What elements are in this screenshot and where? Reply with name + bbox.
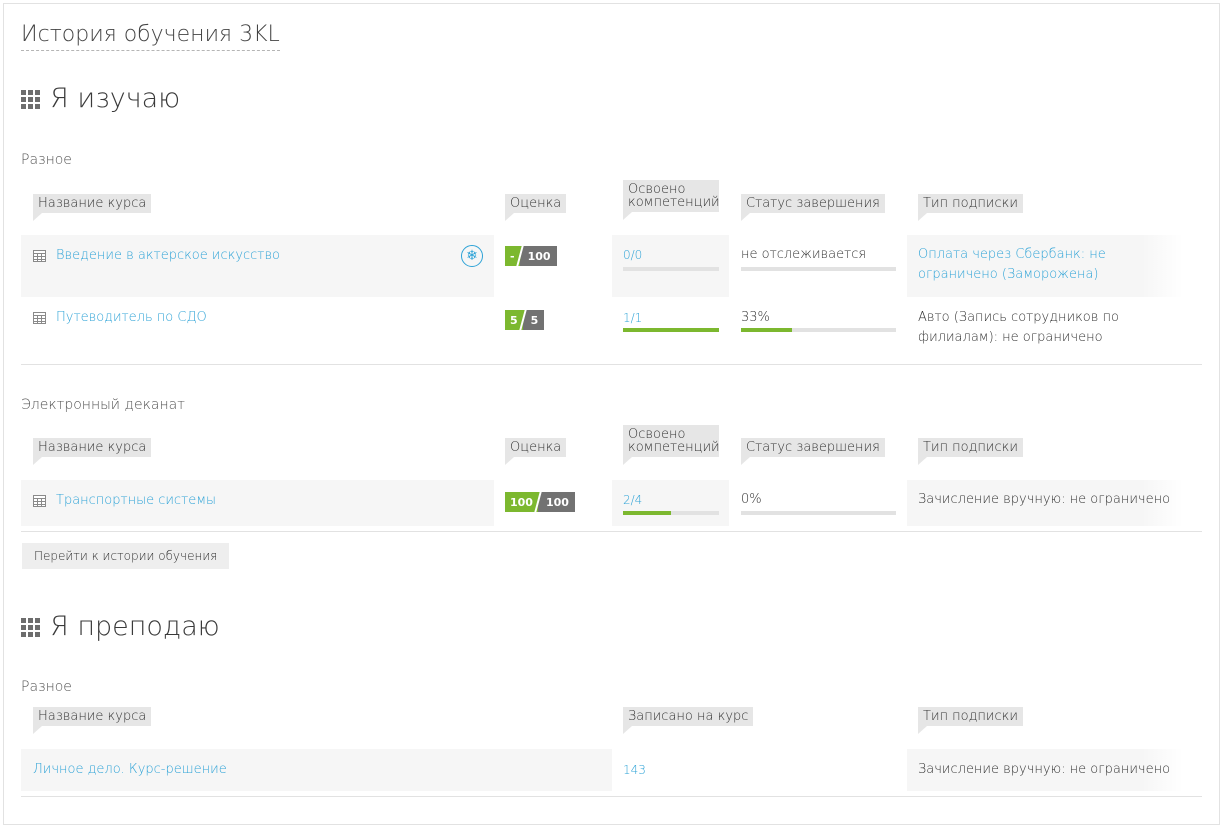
grid-icon: [21, 89, 40, 109]
column-header-competencies: Освоено компетенций: [623, 180, 720, 220]
grade-badge: - 100: [505, 246, 557, 266]
completion-progress-bar: [741, 328, 896, 332]
column-header-competencies: Освоено компетенций: [623, 425, 720, 465]
competencies-progress-bar: [623, 328, 719, 332]
column-header-grade: Оценка: [505, 438, 567, 465]
completion-status: 33%: [741, 310, 770, 325]
course-table-icon: [33, 494, 46, 507]
competencies-link[interactable]: 2/4: [623, 493, 642, 507]
competencies-link[interactable]: 0/0: [623, 248, 642, 262]
page-title[interactable]: История обучения 3KL: [21, 22, 280, 51]
subscription-type: Авто (Запись сотрудников по филиалам): н…: [918, 310, 1119, 345]
completion-progress-bar: [741, 267, 896, 271]
group-label: Разное: [21, 152, 72, 168]
competencies-progress-bar: [623, 267, 719, 271]
course-table-icon: [33, 249, 46, 262]
competencies-progress-bar: [623, 511, 719, 515]
subscription-type: Зачисление вручную: не ограничено: [918, 492, 1171, 507]
course-name[interactable]: Транспортные системы: [56, 493, 216, 508]
divider: [21, 796, 1202, 797]
enrolled-count-link[interactable]: 143: [623, 760, 646, 780]
snowflake-icon: ❄: [461, 245, 483, 267]
page-frame: [3, 3, 1220, 825]
grade-max: 5: [522, 310, 545, 330]
group-label: Разное: [21, 679, 72, 695]
column-header-status: Статус завершения: [741, 438, 885, 465]
column-header-subscription: Тип подписки: [918, 438, 1023, 465]
grade-value: 100: [505, 492, 541, 512]
table-cell-bg: [612, 235, 729, 297]
column-header-subscription: Тип подписки: [918, 707, 1023, 734]
column-header-course: Название курса: [33, 194, 152, 221]
course-name[interactable]: Введение в актерское искусство: [56, 248, 280, 263]
divider: [21, 364, 1202, 365]
section-learning-title: Я изучаю: [50, 83, 181, 114]
course-link[interactable]: Личное дело. Курс-решение: [33, 760, 227, 780]
grid-icon: [21, 617, 40, 637]
section-learning-heading: Я изучаю: [21, 82, 180, 116]
completion-status: не отслеживается: [741, 247, 867, 262]
course-link[interactable]: Транспортные системы: [33, 493, 216, 508]
history-button[interactable]: Перейти к истории обучения: [22, 543, 230, 569]
competencies-link[interactable]: 1/1: [623, 311, 642, 325]
column-header-course: Название курса: [33, 438, 152, 465]
grade-max: 100: [537, 492, 575, 512]
column-header-course: Название курса: [33, 707, 152, 734]
table-row: [21, 235, 494, 297]
section-teaching-title: Я преподаю: [50, 611, 220, 642]
subscription-type: Зачисление вручную: не ограничено: [918, 762, 1171, 777]
completion-progress-bar: [741, 511, 896, 515]
course-link[interactable]: Введение в актерское искусство: [33, 248, 280, 263]
divider: [21, 531, 1202, 532]
grade-badge: 100 100: [505, 492, 575, 512]
grade-badge: 5 5: [505, 310, 545, 330]
completion-status: 0%: [741, 492, 762, 507]
group-label: Электронный деканат: [21, 397, 185, 413]
column-header-enrolled: Записано на курс: [623, 707, 754, 734]
subscription-link[interactable]: Оплата через Сбербанк: не ограничено (За…: [918, 245, 1183, 285]
section-teaching-heading: Я преподаю: [21, 610, 220, 644]
column-header-grade: Оценка: [505, 194, 567, 221]
course-link[interactable]: Путеводитель по СДО: [33, 310, 207, 325]
column-header-status: Статус завершения: [741, 194, 885, 221]
column-header-subscription: Тип подписки: [918, 194, 1023, 221]
course-name[interactable]: Путеводитель по СДО: [56, 310, 207, 325]
course-table-icon: [33, 311, 46, 324]
grade-max: 100: [519, 246, 557, 266]
